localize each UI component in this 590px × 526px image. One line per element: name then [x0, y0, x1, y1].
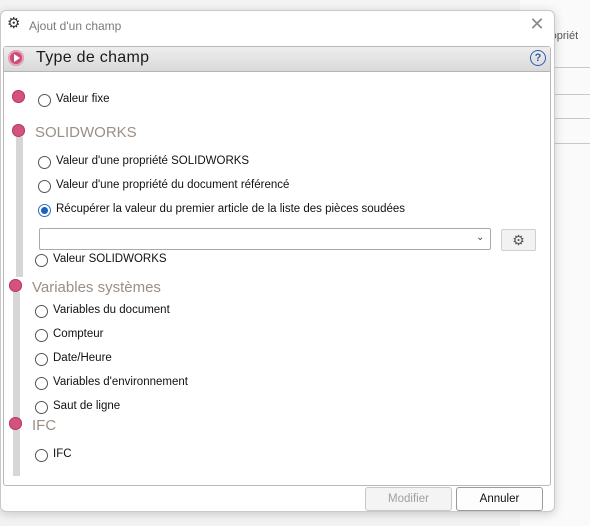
section-bullet-icon [9, 417, 22, 430]
radio-button[interactable] [35, 401, 48, 414]
background-divider [553, 118, 590, 119]
radio-label: Valeur SOLIDWORKS [53, 253, 167, 265]
radio-button[interactable] [38, 156, 51, 169]
radio-button[interactable] [35, 305, 48, 318]
background-tab[interactable]: ropriét [550, 26, 590, 48]
background-divider [553, 143, 590, 144]
radio-label: Variables du document [53, 304, 170, 316]
radio-button[interactable] [35, 353, 48, 366]
section-bullet-icon [9, 279, 22, 292]
panel-title: Type de champ [36, 49, 150, 66]
background-divider [553, 67, 590, 68]
dialog-title: Ajout d'un champ [29, 19, 122, 33]
radio-label: Récupérer la valeur du premier article d… [56, 203, 406, 215]
radio-label: IFC [53, 448, 72, 460]
radio-button[interactable] [38, 94, 51, 107]
weldment-property-dropdown[interactable]: ⌄ [39, 228, 491, 250]
section-title-solidworks: SOLIDWORKS [35, 124, 137, 141]
radio-button[interactable] [35, 329, 48, 342]
radio-label: Variables d'environnement [53, 376, 188, 388]
section-title-system-variables: Variables systèmes [32, 279, 161, 296]
section-rail [13, 292, 20, 422]
close-icon[interactable]: ✕ [528, 15, 546, 33]
section-rail [16, 137, 23, 277]
dialog-titlebar: ⚙ Ajout d'un champ ✕ [1, 11, 554, 41]
settings-gear-button[interactable]: ⚙ [501, 229, 536, 251]
radio-label: Valeur d'une propriété du document référ… [56, 179, 290, 191]
add-field-dialog: ⚙ Ajout d'un champ ✕ Type de champ ? Val… [0, 10, 555, 512]
section-title-ifc: IFC [32, 417, 57, 434]
section-bullet-icon [12, 90, 25, 103]
cancel-button[interactable]: Annuler [456, 487, 543, 511]
radio-label: Date/Heure [53, 352, 112, 364]
radio-label: Valeur fixe [56, 93, 110, 105]
radio-label: Valeur d'une propriété SOLIDWORKS [56, 155, 250, 167]
gear-icon: ⚙ [7, 15, 21, 32]
radio-button-selected[interactable] [38, 204, 51, 217]
help-icon[interactable]: ? [530, 50, 546, 66]
section-bullet-icon [12, 124, 25, 137]
radio-label: Compteur [53, 328, 104, 340]
gear-icon: ⚙ [512, 232, 525, 248]
radio-label: Saut de ligne [53, 400, 121, 412]
radio-button[interactable] [35, 449, 48, 462]
radio-button[interactable] [38, 180, 51, 193]
chevron-down-icon[interactable]: ⌄ [476, 232, 486, 243]
section-rail [13, 430, 20, 476]
panel-header[interactable]: Type de champ ? [4, 47, 550, 72]
modify-button[interactable]: Modifier [365, 487, 452, 511]
collapse-arrow-icon[interactable] [8, 50, 24, 66]
background-divider [553, 94, 590, 95]
field-type-panel: Type de champ ? Valeur fixe SOLIDWORKS V… [3, 46, 551, 486]
radio-button[interactable] [35, 254, 48, 267]
radio-button[interactable] [35, 377, 48, 390]
